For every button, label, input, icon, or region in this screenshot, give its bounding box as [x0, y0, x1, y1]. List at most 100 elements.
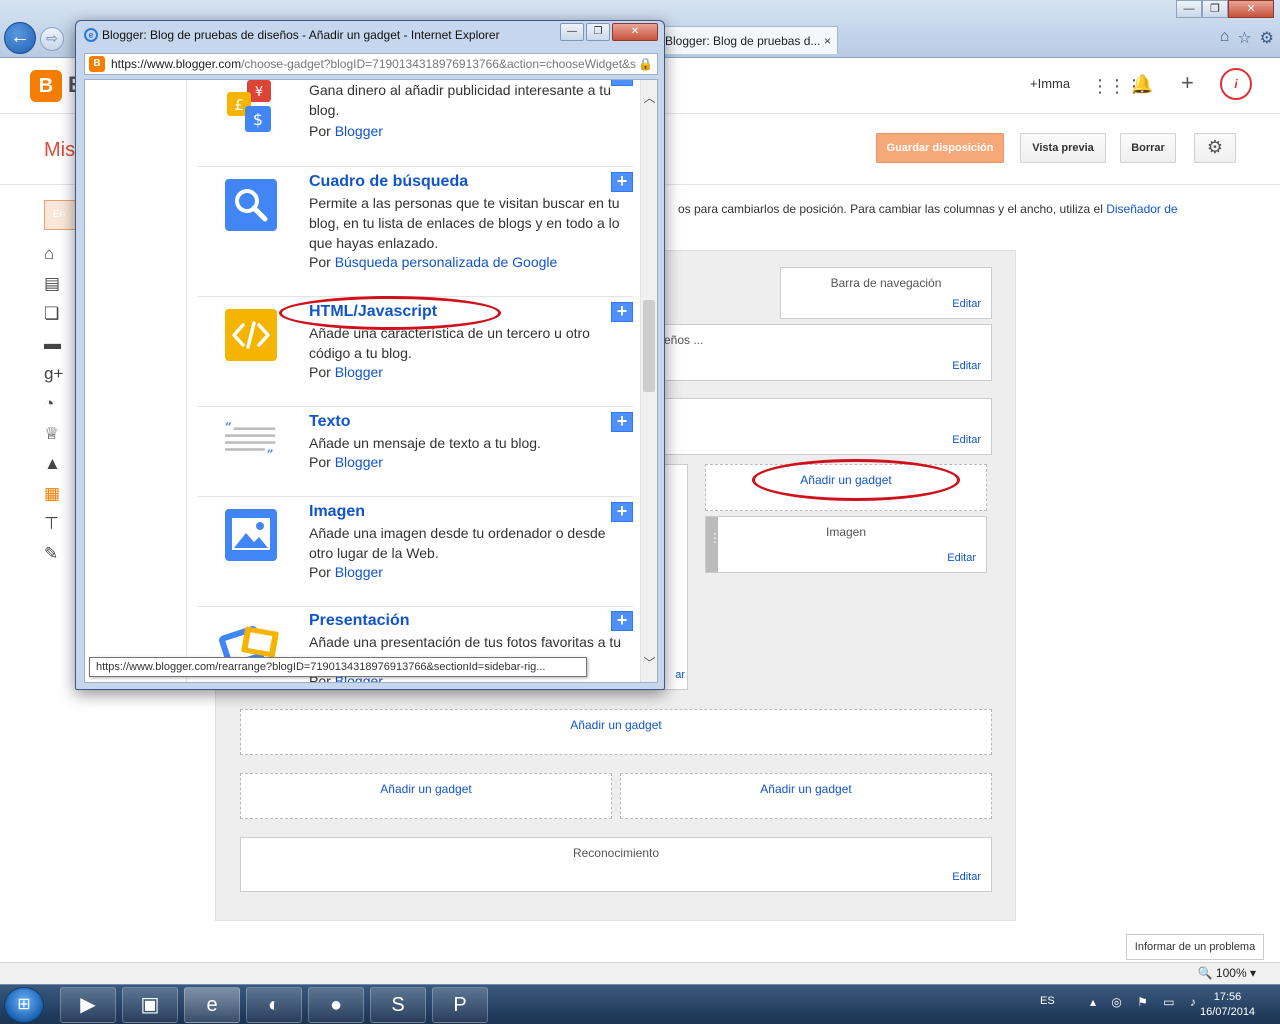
pages-icon[interactable]: ❏: [44, 304, 68, 334]
add-gadget-button[interactable]: +: [611, 80, 633, 86]
explorer-icon[interactable]: ▣: [122, 987, 178, 1023]
settings-icon[interactable]: ✎: [44, 544, 68, 574]
skype-icon[interactable]: S: [370, 987, 426, 1023]
gadget-item-text: “ ” Texto Añade un mensaje de texto a tu…: [197, 407, 633, 497]
add-gadget-button[interactable]: +: [611, 611, 633, 631]
add-gadget-button[interactable]: +: [611, 172, 633, 192]
popup-minimize-button[interactable]: —: [560, 23, 584, 41]
svg-text:”: ”: [267, 448, 274, 462]
template-icon[interactable]: ⊤: [44, 514, 68, 544]
blog-posts-gadget[interactable]: Editar: [664, 398, 992, 455]
chevron-down-icon[interactable]: ▾: [1250, 966, 1256, 980]
start-button[interactable]: ⊞: [4, 987, 44, 1023]
zoom-icon: 🔍: [1197, 966, 1213, 980]
author-link[interactable]: Búsqueda personalizada de Google: [335, 254, 558, 270]
tray-icons[interactable]: ▴ ◎ ⚑ ▭ ♪: [1090, 995, 1202, 1009]
lock-icon[interactable]: 🔒: [638, 54, 653, 74]
star-icon[interactable]: ☆: [1237, 28, 1251, 48]
template-designer-link[interactable]: Diseñador de: [1106, 202, 1177, 216]
add-gadget-sidebar[interactable]: Añadir un gadget: [705, 464, 987, 511]
attribution-gadget[interactable]: Reconocimiento Editar: [240, 837, 992, 892]
home-icon[interactable]: ⌂: [44, 244, 68, 274]
gadget-name[interactable]: Imagen: [309, 503, 365, 521]
popup-title: Blogger: Blog de pruebas de diseños - Añ…: [102, 28, 500, 42]
add-gadget-button[interactable]: +: [611, 412, 633, 432]
media-player-icon[interactable]: ▶: [60, 987, 116, 1023]
save-layout-button[interactable]: Guardar disposición: [876, 133, 1004, 163]
layout-icon[interactable]: ▦: [44, 484, 68, 514]
popup-maximize-button[interactable]: ❐: [586, 23, 610, 41]
powerpoint-icon[interactable]: P: [432, 987, 488, 1023]
zoom-level[interactable]: 🔍 100% ▾: [1198, 966, 1256, 980]
google-plus-user-link[interactable]: +Imma: [1030, 76, 1070, 91]
preview-button[interactable]: Vista previa: [1020, 133, 1106, 163]
settings-gear-button[interactable]: ⚙: [1194, 133, 1236, 163]
share-plus-icon[interactable]: +: [1181, 70, 1194, 96]
browser-tab[interactable]: Blogger: Blog de pruebas d... ×: [660, 26, 838, 54]
edit-link[interactable]: Editar: [952, 434, 981, 446]
gadget-name[interactable]: Presentación: [309, 612, 409, 630]
google-plus-icon[interactable]: g+: [44, 364, 68, 394]
add-gadget-button[interactable]: +: [611, 302, 633, 322]
edit-link[interactable]: Editar: [947, 552, 976, 564]
add-gadget-footer-1[interactable]: Añadir un gadget: [240, 709, 992, 755]
scroll-down-icon[interactable]: ﹀: [641, 655, 657, 672]
gadget-name[interactable]: Cuadro de búsqueda: [309, 173, 468, 191]
edit-link[interactable]: Editar: [952, 871, 981, 883]
navbar-gadget[interactable]: Barra de navegación Editar: [780, 267, 992, 319]
browser-tab-title: Blogger: Blog de pruebas d...: [665, 34, 821, 48]
windows-taskbar: ⊞ ▶ ▣ e ◐ ● S P ES ▴ ◎ ⚑ ▭ ♪ 17:56 16/07…: [0, 984, 1280, 1024]
author-link[interactable]: Blogger: [335, 364, 383, 380]
scroll-up-icon[interactable]: ︿: [641, 90, 657, 107]
campaigns-icon[interactable]: ▲: [44, 454, 68, 484]
edit-link[interactable]: ar: [675, 669, 685, 681]
gadget-name[interactable]: Texto: [309, 413, 350, 431]
new-post-button[interactable]: En: [44, 200, 76, 230]
avatar[interactable]: i: [1220, 68, 1252, 100]
language-indicator[interactable]: ES: [1040, 995, 1055, 1007]
add-gadget-footer-3[interactable]: Añadir un gadget: [620, 773, 992, 819]
gear-icon[interactable]: ⚙: [1260, 28, 1274, 48]
minimize-button[interactable]: —: [1176, 0, 1202, 18]
add-gadget-footer-2[interactable]: Añadir un gadget: [240, 773, 612, 819]
maximize-button[interactable]: ❐: [1202, 0, 1228, 18]
stats-icon[interactable]: ◔: [44, 394, 68, 424]
comments-icon[interactable]: ▬: [44, 334, 68, 364]
scroll-thumb[interactable]: [643, 300, 655, 392]
edit-link[interactable]: Editar: [952, 298, 981, 310]
image-gadget[interactable]: Imagen Editar: [705, 516, 987, 573]
search-icon: [225, 179, 277, 231]
popup-scrollbar[interactable]: ︿ ﹀: [640, 80, 657, 682]
earnings-icon[interactable]: ♕: [44, 424, 68, 454]
firefox-icon[interactable]: ●: [308, 987, 364, 1023]
blogger-logo[interactable]: B: [30, 70, 62, 102]
layout-instructions: os para cambiarlos de posición. Para cam…: [678, 202, 1178, 216]
internet-explorer-icon: e: [84, 28, 98, 42]
forward-button[interactable]: ⇨: [40, 27, 64, 51]
author-link[interactable]: Blogger: [335, 564, 383, 580]
gadget-item-html-javascript: HTML/Javascript Añade una característica…: [197, 297, 633, 407]
delete-button[interactable]: Borrar: [1120, 133, 1176, 163]
popup-address-bar[interactable]: B https://www.blogger.com/choose-gadget?…: [84, 53, 658, 75]
clock[interactable]: 17:56 16/07/2014: [1200, 990, 1255, 1020]
svg-text:“: “: [225, 420, 232, 434]
internet-explorer-icon[interactable]: e: [184, 987, 240, 1023]
home-icon[interactable]: ⌂: [1220, 28, 1230, 48]
main-column-gadget[interactable]: ar: [664, 464, 688, 690]
app-icon[interactable]: ◐: [246, 987, 302, 1023]
close-window-button[interactable]: ✕: [1228, 0, 1274, 18]
report-problem-button[interactable]: Informar de un problema: [1126, 934, 1264, 960]
author-link[interactable]: Blogger: [335, 123, 383, 139]
header-gadget[interactable]: eños ... Editar: [664, 324, 992, 381]
notifications-bell-icon[interactable]: 🔔: [1131, 74, 1153, 95]
back-button[interactable]: ←: [4, 22, 36, 54]
edit-link[interactable]: Editar: [952, 360, 981, 372]
author-link[interactable]: Blogger: [335, 454, 383, 470]
posts-icon[interactable]: ▤: [44, 274, 68, 304]
add-gadget-button[interactable]: +: [611, 502, 633, 522]
tab-close-icon[interactable]: ×: [824, 27, 831, 54]
gadget-item-search-box: Cuadro de búsqueda Permite a las persona…: [197, 167, 633, 297]
popup-close-button[interactable]: ✕: [612, 23, 658, 41]
browser-right-icons: ⌂ ☆ ⚙: [1220, 28, 1274, 48]
gadget-name[interactable]: HTML/Javascript: [309, 303, 437, 321]
